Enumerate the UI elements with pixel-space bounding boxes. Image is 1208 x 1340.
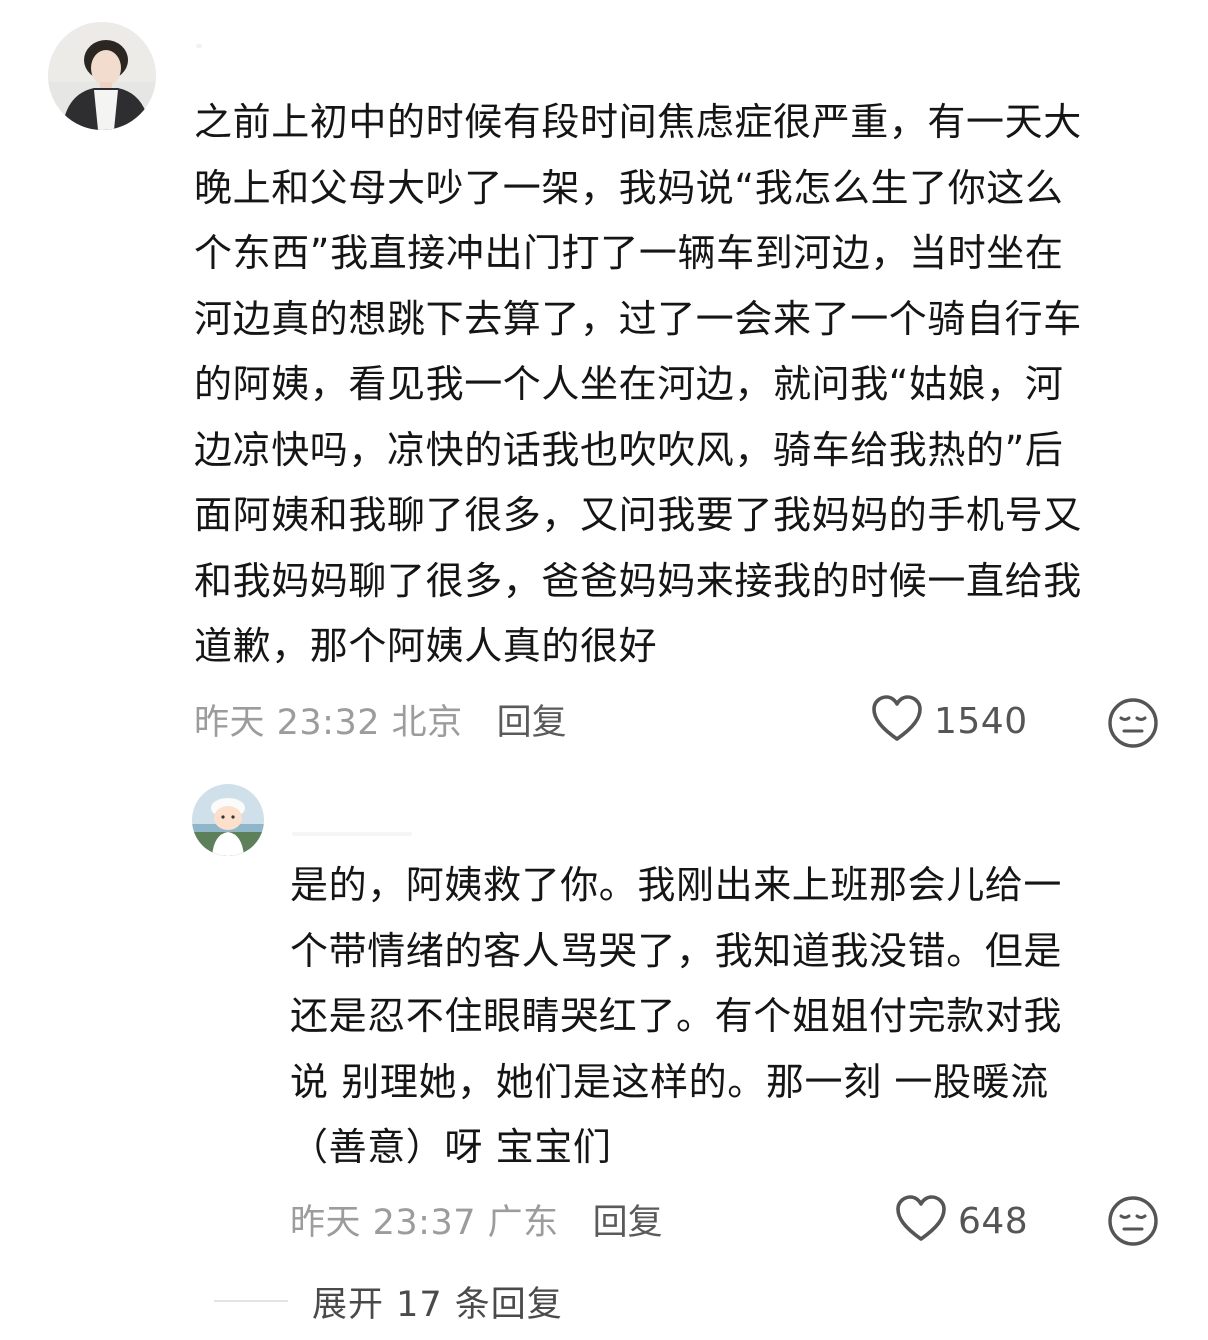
- comment-author-name[interactable]: [196, 44, 202, 48]
- reply-line: 是的，阿姨救了你。我刚出来上班那会儿给一: [290, 863, 1063, 907]
- comment-line: 个东西”我直接冲出门打了一辆车到河边，当时坐在: [194, 231, 1064, 275]
- reply-line: 个带情绪的客人骂哭了，我知道我没错。但是: [290, 928, 1063, 973]
- reply-time-location: 昨天 23:37 广东: [290, 1202, 559, 1243]
- heart-outline-icon: [870, 694, 924, 748]
- meh-face-icon[interactable]: [1106, 1194, 1160, 1252]
- heart-outline-icon: [894, 1194, 948, 1248]
- reply-like-button[interactable]: 648: [894, 1194, 1029, 1248]
- comment-meta: 昨天 23:32 北京 回复: [194, 694, 567, 744]
- reply-like-count: 648: [958, 1200, 1029, 1242]
- meh-face-icon[interactable]: [1106, 696, 1160, 754]
- reply-reply-button[interactable]: 回复: [593, 1194, 663, 1245]
- comment-line: 边凉快吗，凉快的话我也吹吹风，骑车给我热的”后: [194, 427, 1064, 472]
- expand-replies-label: 展开 17 条回复: [312, 1284, 563, 1325]
- reply-meta: 昨天 23:37 广东 回复: [290, 1194, 663, 1244]
- expand-divider: [214, 1300, 288, 1302]
- comment-line: 道歉，那个阿姨人真的很好: [194, 624, 658, 668]
- comment-reply-button[interactable]: 回复: [497, 694, 567, 745]
- reply-body: 是的，阿姨救了你。我刚出来上班那会儿给一 个带情绪的客人骂哭了，我知道我没错。但…: [290, 853, 1062, 1181]
- comment-like-count: 1540: [934, 700, 1028, 742]
- expand-replies-button[interactable]: 展开 17 条回复: [214, 1278, 563, 1325]
- comment-line: 之前上初中的时候有段时间焦虑症很严重，有一天大: [194, 100, 1082, 144]
- comment-author-avatar[interactable]: [48, 22, 156, 130]
- reply-line: 还是忍不住眼睛哭红了。有个姐姐付完款对我: [290, 994, 1063, 1038]
- comment-line: 河边真的想跳下去算了，过了一会来了一个骑自行车: [194, 296, 1082, 341]
- comment-line: 的阿姨，看见我一个人坐在河边，就问我“姑娘，河: [194, 362, 1064, 406]
- reply-author-avatar[interactable]: [192, 784, 264, 856]
- reply-line: （善意）呀 宝宝们: [290, 1125, 612, 1169]
- comment-line: 和我妈妈聊了很多，爸爸妈妈来接我的时候一直给我: [194, 558, 1082, 603]
- comment-like-button[interactable]: 1540: [870, 694, 1028, 748]
- comment-line: 晚上和父母大吵了一架，我妈说“我怎么生了你这么: [194, 165, 1064, 210]
- reply-line: 说 别理她，她们是这样的。那一刻 一股暖流: [290, 1059, 1049, 1104]
- reply-author-name[interactable]: [292, 832, 412, 836]
- comment-line: 面阿姨和我聊了很多，又问我要了我妈妈的手机号又: [194, 493, 1082, 537]
- comment-time-location: 昨天 23:32 北京: [194, 702, 463, 743]
- comment-body: 之前上初中的时候有段时间焦虑症很严重，有一天大 晚上和父母大吵了一架，我妈说“我…: [194, 90, 1082, 680]
